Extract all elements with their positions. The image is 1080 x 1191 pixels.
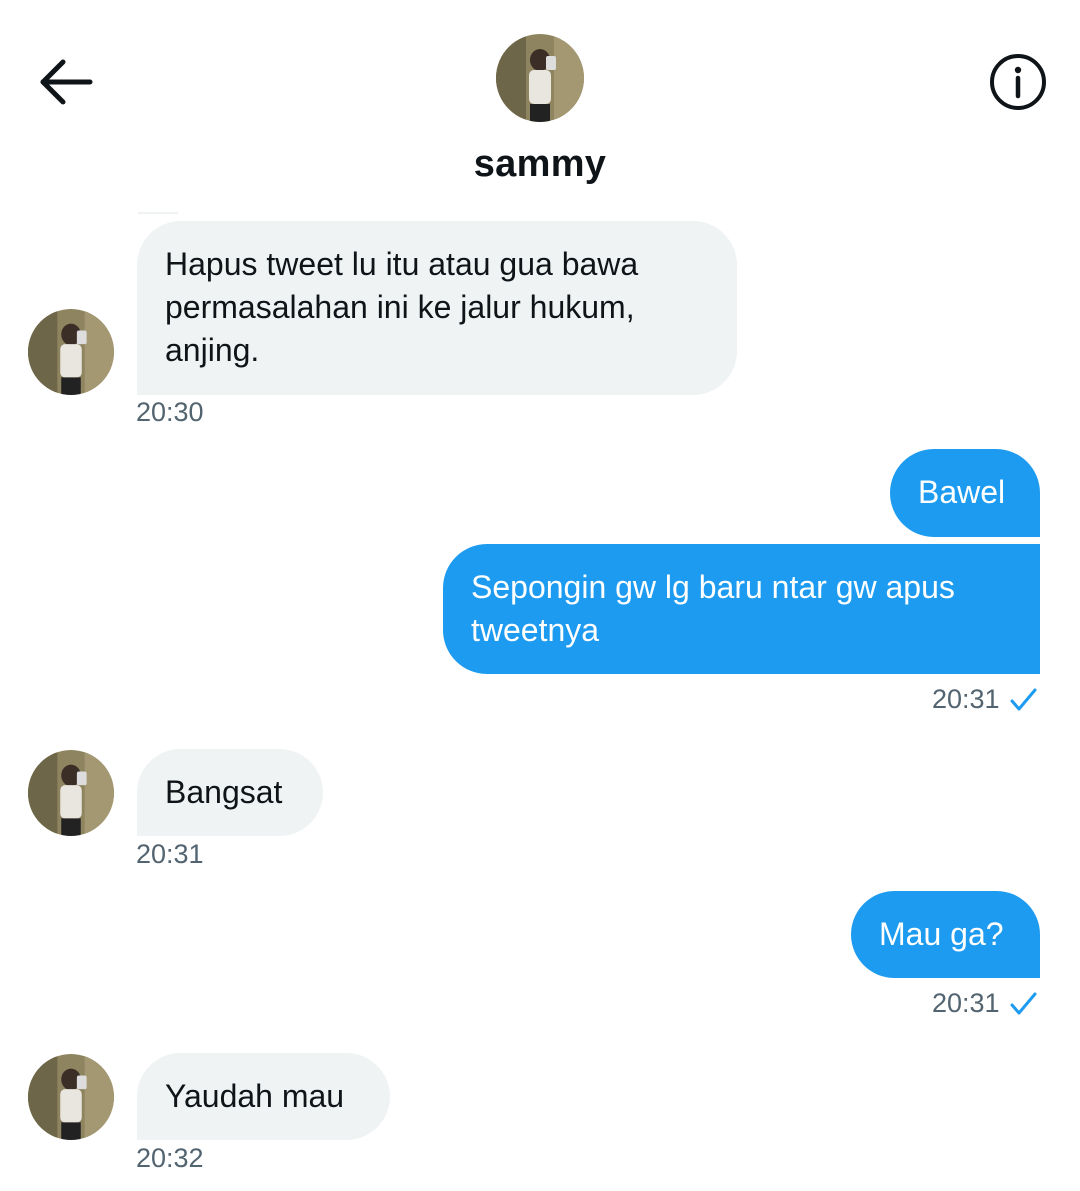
divider [138, 212, 178, 214]
check-icon [1010, 688, 1037, 710]
message-timestamp: 20:30 [136, 397, 204, 427]
conversation-header: sammy [0, 0, 1080, 200]
check-icon [1010, 992, 1037, 1014]
outgoing-message-bubble[interactable]: Sepongin gw lg baru ntar gw apus tweetny… [443, 544, 1040, 674]
message-status: 20:31 [932, 684, 1038, 715]
contact-name: sammy [473, 143, 607, 185]
info-button[interactable] [988, 52, 1048, 112]
sender-avatar[interactable] [28, 1054, 114, 1140]
message-line: permasalahan ini ke jalur hukum, [165, 289, 635, 325]
message-line: Bawel [918, 474, 1006, 510]
message-line: Yaudah mau [165, 1078, 345, 1114]
profile-photo [28, 750, 114, 836]
sender-avatar[interactable] [28, 309, 114, 395]
message-timestamp: 20:31 [932, 684, 1000, 714]
back-button[interactable] [36, 52, 96, 112]
message-timestamp: 20:31 [932, 988, 1000, 1018]
message-timestamp: 20:32 [136, 1143, 204, 1173]
message-line: Hapus tweet lu itu atau gua bawa [165, 246, 639, 282]
info-icon [990, 54, 1046, 110]
header-avatar[interactable] [496, 34, 584, 122]
incoming-message-bubble[interactable]: Bangsat [137, 749, 323, 836]
incoming-message-bubble[interactable]: Yaudah mau [137, 1053, 390, 1140]
message-line: Mau ga? [879, 916, 1004, 952]
incoming-message-bubble[interactable]: Hapus tweet lu itu atau gua bawa permasa… [137, 221, 737, 395]
message-timestamp: 20:31 [136, 839, 204, 869]
message-status: 20:31 [932, 988, 1038, 1019]
outgoing-message-bubble[interactable]: Bawel [890, 449, 1040, 537]
message-line: Bangsat [165, 774, 283, 810]
profile-photo [28, 1054, 114, 1140]
sender-avatar[interactable] [28, 750, 114, 836]
outgoing-message-bubble[interactable]: Mau ga? [851, 891, 1040, 978]
profile-photo [496, 34, 584, 122]
message-line: anjing. [165, 332, 260, 368]
arrow-left-icon [40, 59, 93, 105]
message-line: tweetnya [471, 612, 600, 648]
profile-photo [28, 309, 114, 395]
message-line: Sepongin gw lg baru ntar gw apus [471, 569, 955, 605]
